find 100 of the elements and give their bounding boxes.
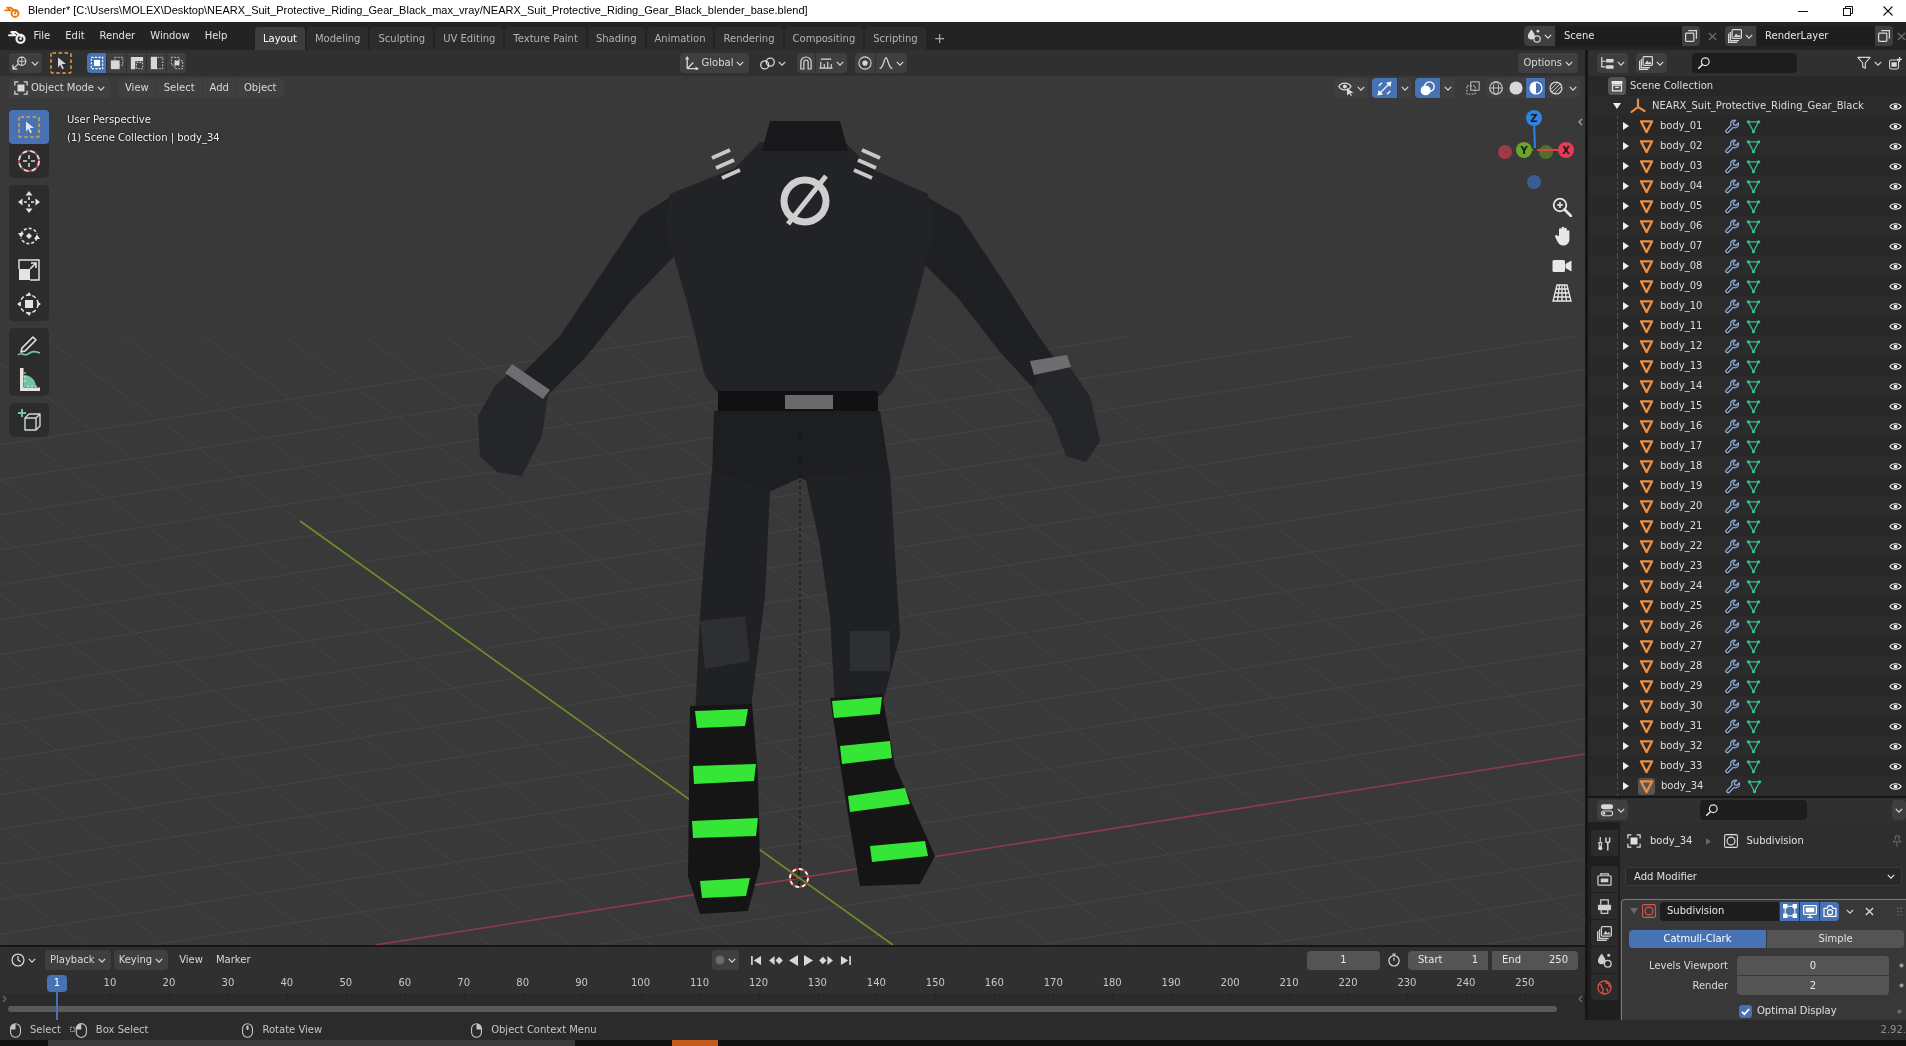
wrench-icon[interactable] xyxy=(1725,258,1740,274)
disclosure-triangle-icon[interactable] xyxy=(1623,342,1629,350)
eye-icon[interactable] xyxy=(1889,181,1902,191)
object-name[interactable]: body_05 xyxy=(1660,200,1725,212)
scene-tab[interactable] xyxy=(1591,947,1618,973)
disclosure-triangle-icon[interactable] xyxy=(1623,402,1629,410)
triangle-mesh-icon[interactable] xyxy=(1639,338,1654,354)
segment-button[interactable]: Catmull-Clark xyxy=(1629,930,1766,948)
wrench-icon[interactable] xyxy=(1725,418,1740,434)
box-plus-icon[interactable] xyxy=(1889,56,1902,70)
collection-name[interactable]: Scene Collection xyxy=(1630,80,1714,92)
current-frame-field[interactable]: 1 xyxy=(1307,950,1380,970)
overlay-toggle[interactable] xyxy=(1415,78,1440,98)
eye-icon[interactable] xyxy=(1889,261,1902,271)
wrench-icon[interactable] xyxy=(1725,558,1740,574)
triangle-mesh-icon[interactable] xyxy=(1639,238,1654,254)
dot-icon[interactable] xyxy=(1897,1008,1902,1014)
triangle-mesh-icon[interactable] xyxy=(1639,758,1654,774)
disclosure-triangle-icon[interactable] xyxy=(1623,242,1629,250)
object-name[interactable]: body_06 xyxy=(1660,220,1725,232)
disclosure-triangle-icon[interactable] xyxy=(1623,602,1629,610)
mesh-vertices-icon[interactable] xyxy=(1746,378,1761,394)
mesh-vertices-icon[interactable] xyxy=(1746,598,1761,614)
menu-item[interactable]: Window xyxy=(142,26,198,46)
new-view-layer-button[interactable] xyxy=(1875,26,1893,46)
wrench-icon[interactable] xyxy=(1725,678,1740,694)
select-mode-button[interactable] xyxy=(107,53,126,73)
render-toggle[interactable] xyxy=(1820,901,1839,921)
triangle-mesh-icon[interactable] xyxy=(1639,118,1654,134)
disclosure-triangle-icon[interactable] xyxy=(1623,462,1629,470)
viewport-toggle[interactable] xyxy=(1800,901,1819,921)
disclosure-triangle-icon[interactable] xyxy=(1623,682,1629,690)
workspace-tab[interactable]: Compositing xyxy=(784,27,864,50)
world-tab[interactable] xyxy=(1591,974,1618,1000)
eye-icon[interactable] xyxy=(1889,481,1902,491)
mesh-vertices-icon[interactable] xyxy=(1746,738,1761,754)
mesh-vertices-icon[interactable] xyxy=(1746,678,1761,694)
disclosure-triangle-icon[interactable] xyxy=(1623,502,1629,510)
disclosure-triangle-icon[interactable] xyxy=(1623,322,1629,330)
triangle-mesh-icon[interactable] xyxy=(1639,598,1654,614)
menu-dropdown[interactable]: Playback xyxy=(45,950,111,970)
mesh-vertices-icon[interactable] xyxy=(1746,698,1761,714)
add-workspace-button[interactable]: + xyxy=(927,27,952,50)
mode-dropdown[interactable]: Object Mode xyxy=(9,78,110,98)
diamond-right-triangle-icon[interactable] xyxy=(818,954,834,966)
wrench-icon[interactable] xyxy=(1725,178,1740,194)
eye-icon[interactable] xyxy=(1889,561,1902,571)
add-modifier-dropdown[interactable]: Add Modifier xyxy=(1625,867,1902,886)
wrench-icon[interactable] xyxy=(1725,318,1740,334)
object-name[interactable]: body_29 xyxy=(1660,680,1725,692)
wrench-icon[interactable] xyxy=(1725,518,1740,534)
eye-icon[interactable] xyxy=(1889,721,1902,731)
menu-item[interactable]: View xyxy=(118,78,156,98)
search-field[interactable] xyxy=(1692,53,1797,73)
editor-type-button[interactable] xyxy=(1597,800,1628,820)
mesh-vertices-icon[interactable] xyxy=(1746,558,1761,574)
triangle-mesh-icon[interactable] xyxy=(1639,718,1654,734)
mesh-vertices-icon[interactable] xyxy=(1746,318,1761,334)
mesh-vertices-icon[interactable] xyxy=(1747,778,1762,794)
new-scene-button[interactable] xyxy=(1682,26,1700,46)
left-triangle-diamond-icon[interactable] xyxy=(767,954,783,966)
triangle-mesh-icon[interactable] xyxy=(1639,698,1654,714)
wrench-icon[interactable] xyxy=(1725,218,1740,234)
disclosure-triangle-icon[interactable] xyxy=(1623,562,1629,570)
object-name[interactable]: body_27 xyxy=(1660,640,1725,652)
eye-icon[interactable] xyxy=(1889,141,1902,151)
disclosure-triangle-icon[interactable] xyxy=(1623,522,1629,530)
scene-name-field[interactable]: Scene xyxy=(1556,26,1682,46)
triangle-mesh-icon[interactable] xyxy=(1639,378,1654,394)
object-name[interactable]: body_22 xyxy=(1660,540,1725,552)
wrench-icon[interactable] xyxy=(1725,538,1740,554)
mesh-vertices-icon[interactable] xyxy=(1746,638,1761,654)
mesh-vertices-icon[interactable] xyxy=(1746,538,1761,554)
select-mode-button[interactable] xyxy=(87,53,106,73)
eye-icon[interactable] xyxy=(1889,621,1902,631)
play-reverse-icon[interactable] xyxy=(788,954,798,966)
menu-item[interactable]: Add xyxy=(202,78,236,98)
triangle-mesh-icon[interactable] xyxy=(1639,478,1654,494)
drag-handle-icon[interactable] xyxy=(1897,906,1902,916)
eye-icon[interactable] xyxy=(1889,361,1902,371)
mesh-vertices-icon[interactable] xyxy=(1746,218,1761,234)
horizontal-scrollbar[interactable] xyxy=(8,1006,1557,1012)
stopwatch-icon[interactable] xyxy=(1388,953,1400,967)
mesh-vertices-icon[interactable] xyxy=(1746,618,1761,634)
workspace-tab[interactable]: Texture Paint xyxy=(505,27,586,50)
object-name[interactable]: body_31 xyxy=(1660,720,1725,732)
auto-keying-button[interactable] xyxy=(711,950,739,970)
wrench-icon[interactable] xyxy=(1725,618,1740,634)
mesh-vertices-icon[interactable] xyxy=(1746,298,1761,314)
wrench-icon[interactable] xyxy=(1725,378,1740,394)
edit-mode-toggle[interactable] xyxy=(1780,901,1799,921)
wrench-icon[interactable] xyxy=(1725,598,1740,614)
eye-icon[interactable] xyxy=(1889,641,1902,651)
eye-icon[interactable] xyxy=(1889,741,1902,751)
options-dropdown[interactable] xyxy=(1892,800,1906,820)
menu-item[interactable]: View xyxy=(174,950,208,970)
eye-icon[interactable] xyxy=(1889,401,1902,411)
wrench-icon[interactable] xyxy=(1725,338,1740,354)
dot-icon[interactable] xyxy=(1899,963,1904,968)
eye-icon[interactable] xyxy=(1889,161,1902,171)
